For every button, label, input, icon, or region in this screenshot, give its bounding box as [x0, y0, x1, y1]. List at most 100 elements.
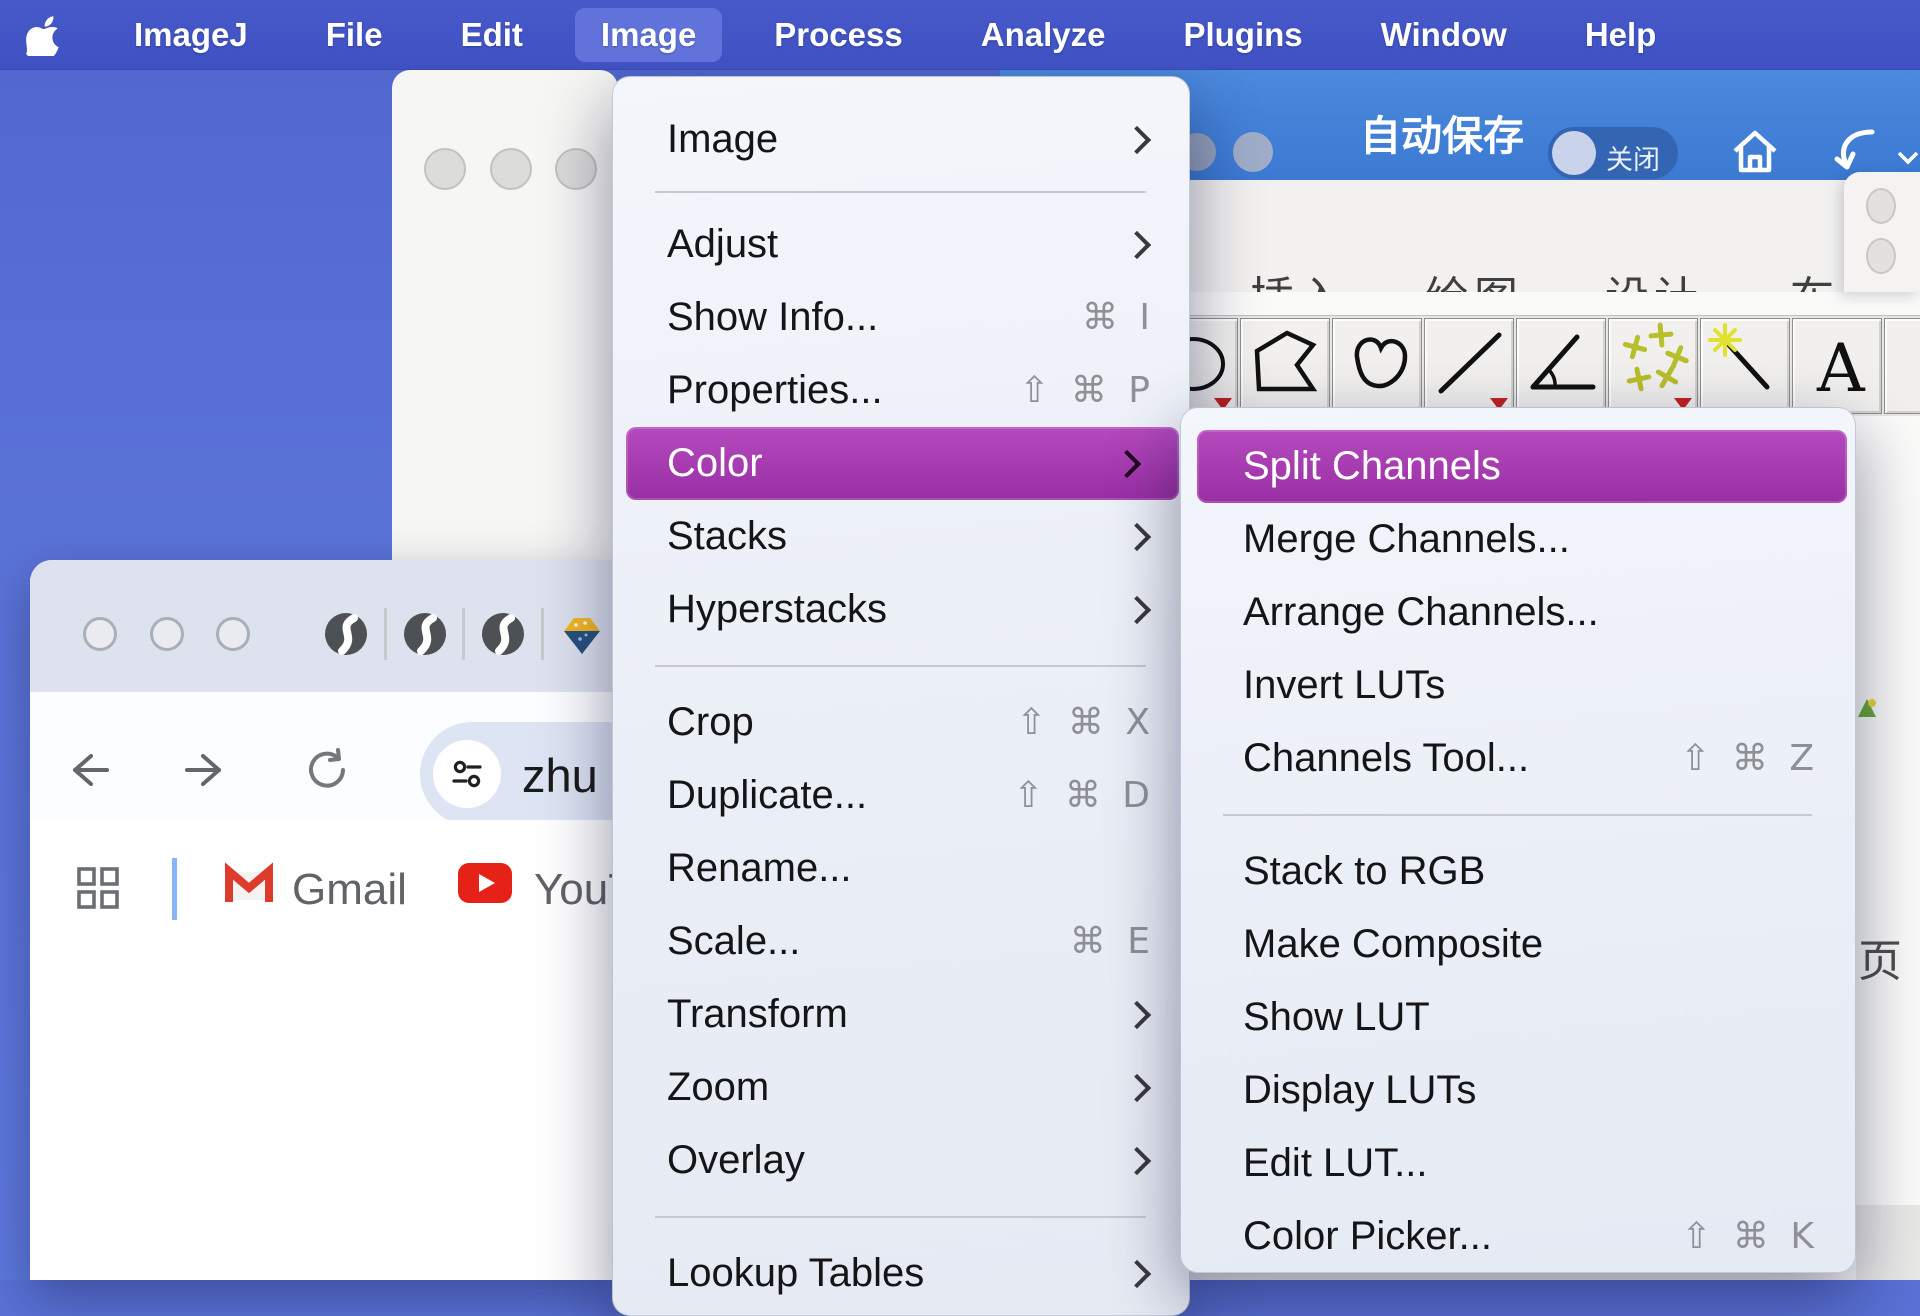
reload-icon[interactable]: [304, 747, 350, 798]
menu-item-edit-lut[interactable]: Edit LUT...: [1181, 1127, 1855, 1200]
menu-item-label: Properties...: [667, 368, 1019, 413]
menu-item-rename[interactable]: Rename...: [613, 832, 1189, 905]
svg-text:A: A: [1816, 330, 1866, 407]
close-button[interactable]: [83, 617, 117, 651]
submenu-arrow-icon: [1123, 522, 1151, 550]
apps-grid-icon[interactable]: [74, 864, 122, 917]
menu-item-label: Hyperstacks: [667, 587, 1127, 632]
line-tool-button[interactable]: [1424, 318, 1514, 414]
page-label: 页: [1858, 925, 1902, 989]
menubar-item-analyze[interactable]: Analyze: [955, 8, 1132, 62]
menu-item-label: Merge Channels...: [1243, 517, 1819, 562]
menubar-item-edit[interactable]: Edit: [435, 8, 549, 62]
menu-item-make-composite[interactable]: Make Composite: [1181, 908, 1855, 981]
menu-item-shortcut: ⌘ E: [1070, 921, 1155, 962]
divider: [172, 858, 177, 920]
menu-item-properties[interactable]: Properties...⇧ ⌘ P: [613, 354, 1189, 427]
desktop: 自动保存 关闭 插入绘图设计布局 页: [0, 0, 1920, 1280]
browser-tab-strip: [30, 560, 618, 692]
browser-window: zhu Gmail YouT: [30, 560, 618, 1280]
menu-item-color[interactable]: Color: [626, 427, 1179, 500]
window-dot: [424, 148, 466, 190]
ribbon-tab[interactable]: 插入: [1250, 262, 1348, 292]
zoom-button[interactable]: [216, 617, 250, 651]
forward-arrow-icon[interactable]: [183, 747, 229, 798]
globe-icon[interactable]: [481, 612, 525, 656]
freehand-selection-tool-button[interactable]: [1332, 318, 1422, 414]
tool-button[interactable]: [1884, 318, 1920, 414]
menu-item-show-lut[interactable]: Show LUT: [1181, 981, 1855, 1054]
menu-item-stacks[interactable]: Stacks: [613, 500, 1189, 573]
submenu-arrow-icon: [1123, 1073, 1151, 1101]
apple-menu-icon[interactable]: [26, 13, 64, 57]
back-arrow-icon[interactable]: [65, 747, 111, 798]
menu-item-overlay[interactable]: Overlay: [613, 1124, 1189, 1197]
autosave-toggle[interactable]: 关闭: [1548, 127, 1678, 179]
chevron-down-icon[interactable]: [1896, 150, 1920, 171]
ribbon-tab[interactable]: 设计: [1605, 262, 1703, 292]
menu-item-merge-channels[interactable]: Merge Channels...: [1181, 503, 1855, 576]
ribbon-tab[interactable]: 绘图: [1425, 262, 1523, 292]
browser-content: [30, 965, 618, 1280]
menu-item-arrange-channels[interactable]: Arrange Channels...: [1181, 576, 1855, 649]
menu-item-image[interactable]: Image: [613, 103, 1189, 176]
menubar-item-plugins[interactable]: Plugins: [1157, 8, 1328, 62]
gmail-icon[interactable]: [222, 862, 276, 911]
divider: [541, 608, 544, 660]
menu-divider: [613, 646, 1189, 686]
menu-item-channels-tool[interactable]: Channels Tool...⇧ ⌘ Z: [1181, 722, 1855, 795]
doc-panel: [1856, 1205, 1920, 1280]
menu-item-adjust[interactable]: Adjust: [613, 208, 1189, 281]
menu-item-shortcut: ⇧ ⌘ K: [1681, 1216, 1819, 1257]
menu-item-crop[interactable]: Crop⇧ ⌘ X: [613, 686, 1189, 759]
text-tool-button[interactable]: A: [1792, 318, 1882, 414]
divider: [462, 608, 465, 660]
tune-icon[interactable]: [433, 740, 501, 808]
home-icon[interactable]: [1728, 124, 1782, 183]
minimize-button[interactable]: [150, 617, 184, 651]
menu-item-hyperstacks[interactable]: Hyperstacks: [613, 573, 1189, 646]
menu-item-label: Adjust: [667, 222, 1127, 267]
menu-divider: [1181, 795, 1855, 835]
menu-item-scale[interactable]: Scale...⌘ E: [613, 905, 1189, 978]
menu-item-label: Color: [667, 441, 1117, 486]
bookmark-gmail[interactable]: Gmail: [292, 865, 407, 915]
polygon-selection-tool-button[interactable]: [1240, 318, 1330, 414]
youtube-icon[interactable]: [458, 863, 512, 908]
angle-tool-button[interactable]: [1516, 318, 1606, 414]
menu-item-label: Scale...: [667, 919, 1070, 964]
menubar-item-help[interactable]: Help: [1559, 8, 1683, 62]
menu-item-invert-luts[interactable]: Invert LUTs: [1181, 649, 1855, 722]
globe-icon[interactable]: [324, 612, 368, 656]
gem-icon[interactable]: [558, 611, 602, 655]
menu-item-display-luts[interactable]: Display LUTs: [1181, 1054, 1855, 1127]
submenu-arrow-icon: [1123, 1146, 1151, 1174]
window-control[interactable]: [1233, 132, 1273, 172]
menu-item-transform[interactable]: Transform: [613, 978, 1189, 1051]
wand-tool-button[interactable]: [1700, 318, 1790, 414]
menu-item-duplicate[interactable]: Duplicate...⇧ ⌘ D: [613, 759, 1189, 832]
menubar-item-process[interactable]: Process: [748, 8, 928, 62]
toggle-state-label: 关闭: [1606, 138, 1660, 177]
menu-item-split-channels[interactable]: Split Channels: [1197, 430, 1847, 503]
color-submenu: Split Channels Merge Channels... Arrange C…: [1180, 407, 1856, 1273]
doc-icon: [1856, 695, 1878, 726]
globe-icon[interactable]: [403, 612, 447, 656]
menu-item-label: Rename...: [667, 846, 1155, 891]
submenu-arrow-icon: [1123, 1259, 1151, 1287]
menu-item-label: Make Composite: [1243, 922, 1819, 967]
menu-item-label: Edit LUT...: [1243, 1141, 1819, 1186]
menubar-item-image[interactable]: Image: [575, 8, 722, 62]
menubar-item-window[interactable]: Window: [1355, 8, 1533, 62]
menu-item-lookup-tables[interactable]: Lookup Tables: [613, 1237, 1189, 1310]
menu-item-label: Image: [667, 117, 1127, 162]
multi-point-tool-button[interactable]: [1608, 318, 1698, 414]
menubar-item-file[interactable]: File: [300, 8, 409, 62]
menu-item-label: Overlay: [667, 1138, 1127, 1183]
menu-item-stack-to-rgb[interactable]: Stack to RGB: [1181, 835, 1855, 908]
menu-item-show-info[interactable]: Show Info...⌘ I: [613, 281, 1189, 354]
menu-item-color-picker[interactable]: Color Picker...⇧ ⌘ K: [1181, 1200, 1855, 1273]
menu-item-zoom[interactable]: Zoom: [613, 1051, 1189, 1124]
submenu-arrow-icon: [1123, 230, 1151, 258]
menubar-item-imagej[interactable]: ImageJ: [108, 8, 274, 62]
